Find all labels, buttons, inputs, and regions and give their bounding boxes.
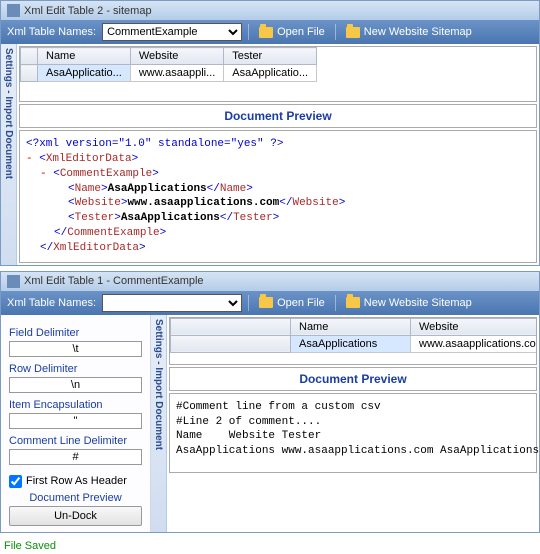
first-row-header-checkbox[interactable] bbox=[9, 475, 22, 488]
settings-side-tab[interactable]: Settings - Import Document bbox=[151, 315, 167, 532]
open-file-button[interactable]: Open File bbox=[255, 25, 329, 39]
data-grid[interactable]: Name Website Tester AsaApplicatio... www… bbox=[19, 46, 537, 102]
row-delimiter-input[interactable] bbox=[9, 377, 142, 393]
xml-declaration: <?xml version="1.0" standalone="yes" ?> bbox=[26, 138, 283, 150]
row-header-corner bbox=[21, 48, 38, 65]
csv-preview[interactable]: #Comment line from a custom csv #Line 2 … bbox=[169, 393, 537, 473]
table-names-select[interactable] bbox=[102, 294, 242, 312]
separator bbox=[248, 295, 249, 311]
settings-panel: Field Delimiter Row Delimiter Item Encap… bbox=[1, 315, 151, 532]
item-encapsulation-label: Item Encapsulation bbox=[9, 399, 142, 411]
open-file-button[interactable]: Open File bbox=[255, 296, 329, 310]
row-header[interactable] bbox=[171, 335, 291, 352]
table-names-label: Xml Table Names: bbox=[7, 297, 96, 309]
cell[interactable]: AsaApplicatio... bbox=[224, 65, 317, 82]
separator bbox=[248, 24, 249, 40]
new-sitemap-button[interactable]: New Website Sitemap bbox=[342, 296, 476, 310]
folder-icon bbox=[346, 27, 360, 38]
titlebar[interactable]: Xml Edit Table 1 - CommentExample bbox=[1, 272, 539, 291]
cell[interactable]: www.asaappli... bbox=[130, 65, 223, 82]
separator bbox=[335, 24, 336, 40]
doc-preview-label: Document Preview bbox=[9, 492, 142, 504]
new-sitemap-button[interactable]: New Website Sitemap bbox=[342, 25, 476, 39]
folder-icon bbox=[259, 297, 273, 308]
undock-button[interactable]: Un-Dock bbox=[9, 506, 142, 526]
col-name[interactable]: Name bbox=[38, 48, 131, 65]
data-grid[interactable]: Name Website Tester AsaApplications www.… bbox=[169, 317, 537, 365]
window-title: Xml Edit Table 1 - CommentExample bbox=[24, 275, 204, 287]
first-row-header-label: First Row As Header bbox=[26, 475, 127, 487]
col-website[interactable]: Website bbox=[130, 48, 223, 65]
folder-icon bbox=[346, 297, 360, 308]
comment-line-delimiter-label: Comment Line Delimiter bbox=[9, 435, 142, 447]
xml-preview[interactable]: <?xml version="1.0" standalone="yes" ?> … bbox=[19, 130, 537, 263]
separator bbox=[335, 295, 336, 311]
col-tester[interactable]: Tester bbox=[224, 48, 317, 65]
app-icon bbox=[7, 275, 20, 288]
field-delimiter-label: Field Delimiter bbox=[9, 327, 142, 339]
table-row[interactable]: AsaApplicatio... www.asaappli... AsaAppl… bbox=[21, 65, 317, 82]
row-header[interactable] bbox=[21, 65, 38, 82]
col-name[interactable]: Name bbox=[291, 318, 411, 335]
document-preview-header: Document Preview bbox=[169, 367, 537, 391]
toolbar: Xml Table Names: CommentExample Open Fil… bbox=[1, 20, 539, 44]
titlebar[interactable]: Xml Edit Table 2 - sitemap bbox=[1, 1, 539, 20]
window-xml-edit-2: Xml Edit Table 2 - sitemap Xml Table Nam… bbox=[0, 0, 540, 266]
window-xml-edit-1: Xml Edit Table 1 - CommentExample Xml Ta… bbox=[0, 271, 540, 533]
status-bar: File Saved bbox=[0, 538, 540, 554]
field-delimiter-input[interactable] bbox=[9, 341, 142, 357]
app-icon bbox=[7, 4, 20, 17]
comment-line-delimiter-input[interactable] bbox=[9, 449, 142, 465]
row-delimiter-label: Row Delimiter bbox=[9, 363, 142, 375]
table-names-label: Xml Table Names: bbox=[7, 26, 96, 38]
table-row[interactable]: AsaApplications www.asaapplications.com … bbox=[171, 335, 538, 352]
cell[interactable]: www.asaapplications.com bbox=[411, 335, 538, 352]
settings-side-tab[interactable]: Settings - Import Document bbox=[1, 44, 17, 265]
table-names-select[interactable]: CommentExample bbox=[102, 23, 242, 41]
item-encapsulation-input[interactable] bbox=[9, 413, 142, 429]
toolbar: Xml Table Names: Open File New Website S… bbox=[1, 291, 539, 315]
col-website[interactable]: Website bbox=[411, 318, 538, 335]
cell[interactable]: AsaApplicatio... bbox=[38, 65, 131, 82]
document-preview-header: Document Preview bbox=[19, 104, 537, 128]
row-header-corner bbox=[171, 318, 291, 335]
cell[interactable]: AsaApplications bbox=[291, 335, 411, 352]
folder-icon bbox=[259, 27, 273, 38]
window-title: Xml Edit Table 2 - sitemap bbox=[24, 5, 152, 17]
